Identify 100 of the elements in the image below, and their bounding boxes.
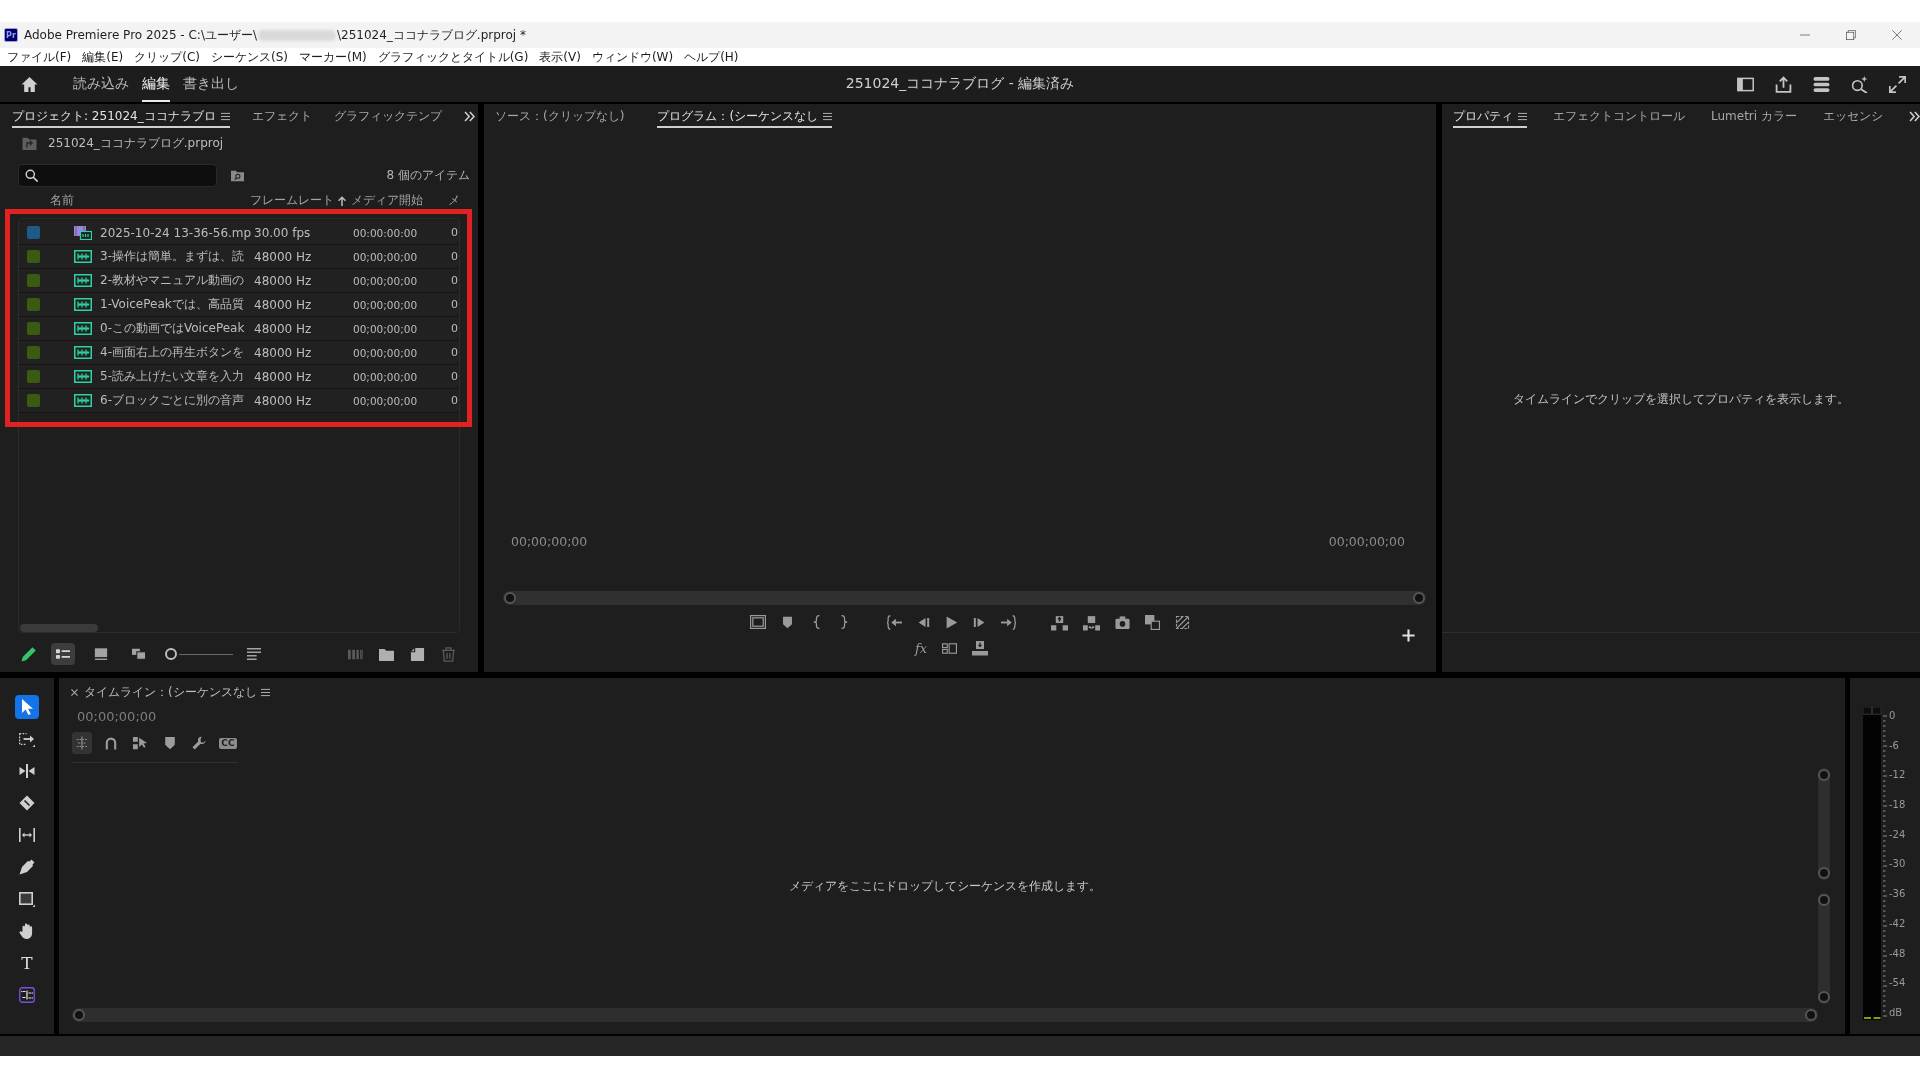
meter-scale-label: -30	[1889, 857, 1906, 872]
view-button[interactable]	[51, 643, 75, 665]
panel-menu-icon[interactable]	[260, 687, 270, 697]
box-up-arrow-icon[interactable]	[1050, 613, 1068, 631]
scroll-handle[interactable]	[1818, 991, 1830, 1003]
panel-tab[interactable]: ソース：(クリップなし)	[495, 104, 625, 128]
scrollbar[interactable]	[1818, 892, 1830, 1004]
play-icon[interactable]	[944, 615, 958, 629]
panel-tab[interactable]: グラフィックテンプ	[333, 104, 442, 128]
scrollbar[interactable]	[1818, 768, 1830, 880]
table-cell-text: 00;00;00;00	[353, 298, 419, 311]
share-icon[interactable]	[1775, 75, 1792, 93]
search-field[interactable]	[18, 164, 217, 187]
folder-arrow-icon[interactable]	[21, 136, 38, 150]
range-handle[interactable]	[1413, 592, 1425, 604]
lines-icon[interactable]	[247, 647, 261, 661]
panel-tab[interactable]: プロジェクト: 251024_ココナラブロ	[12, 104, 230, 128]
column-header[interactable]: フレームレート	[250, 192, 334, 209]
workspace-tab[interactable]: 読み込み	[73, 66, 129, 102]
effects-button[interactable]: fx	[914, 640, 928, 656]
pen-icon	[19, 859, 35, 875]
panel-menu-icon[interactable]	[220, 111, 230, 121]
panel-tab[interactable]: Lumetri カラー	[1711, 104, 1797, 128]
pencil-icon[interactable]	[21, 646, 37, 662]
timeline-toggle[interactable]: CC	[217, 732, 239, 754]
menu-item[interactable]: ヘルプ(H)	[684, 49, 739, 65]
menu-item[interactable]: グラフィックとタイトル(G)	[377, 49, 529, 65]
scroll-handle[interactable]	[1818, 769, 1830, 781]
column-header[interactable]: メディア開始	[351, 192, 423, 209]
scroll-handle[interactable]	[73, 1009, 85, 1021]
meter-scale-label: -42	[1889, 916, 1906, 931]
overlapping-squares-icon[interactable]	[1144, 614, 1160, 630]
scroll-handle[interactable]	[1818, 866, 1830, 879]
table-cell-text: 48000 Hz	[254, 273, 313, 288]
folder-search-icon[interactable]	[230, 169, 245, 182]
close-icon[interactable]	[71, 688, 78, 696]
column-header[interactable]: 名前	[50, 192, 74, 209]
panel-menu-icon[interactable]	[823, 111, 833, 121]
scrollbar[interactable]	[72, 1008, 1818, 1022]
camera-icon[interactable]	[1114, 614, 1130, 630]
table-cell-text: 48000 Hz	[254, 345, 313, 360]
menu-item[interactable]: 表示(V)	[539, 49, 581, 65]
table-cell-text: 30.00 fps	[254, 225, 312, 240]
menu-item[interactable]: ウィンドウ(W)	[591, 49, 674, 65]
home-icon[interactable]	[21, 75, 38, 93]
box-over-blocks-icon[interactable]	[1082, 613, 1100, 631]
tray-down-arrow-icon[interactable]	[972, 640, 989, 656]
stacked-bars-icon[interactable]	[1813, 75, 1830, 93]
arrow-to-brace-left-icon[interactable]	[886, 614, 902, 630]
scroll-handle[interactable]	[1818, 893, 1830, 906]
scroll-handle[interactable]	[1805, 1009, 1817, 1021]
slider-thumb[interactable]	[165, 648, 177, 660]
expand-icon[interactable]	[1889, 75, 1906, 93]
dashed-cross-icon	[75, 736, 90, 750]
audio-clip-icon	[74, 274, 92, 287]
meter-scale-label: -54	[1889, 976, 1906, 991]
step-forward-icon[interactable]	[972, 615, 986, 629]
panels-layout-icon[interactable]	[942, 640, 958, 656]
menu-item[interactable]: クリップ(C)	[134, 49, 200, 65]
window-title: \251024_ココナラブログ.prproj *	[337, 26, 526, 44]
table-cell-text: 48000 Hz	[254, 297, 313, 312]
panel-menu-icon[interactable]	[1518, 111, 1527, 121]
marker-icon[interactable]	[780, 615, 794, 629]
panel-tab[interactable]: エッセンシ	[1822, 104, 1883, 128]
meter-scale-label: -12	[1889, 768, 1906, 783]
column-header[interactable]: メ	[448, 192, 460, 209]
magnet-icon	[104, 736, 119, 750]
workspace-tab[interactable]: 編集	[142, 66, 170, 102]
chevrons-right-icon[interactable]	[1908, 110, 1920, 122]
striped-square-icon[interactable]	[1174, 614, 1190, 630]
chevrons-right-icon[interactable]	[463, 110, 475, 122]
video-clip-icon	[74, 225, 92, 240]
timeline-toggle[interactable]	[72, 732, 93, 754]
sparkle-search-icon[interactable]	[1851, 75, 1868, 93]
arrow-to-brace-right-icon[interactable]	[1000, 614, 1016, 630]
page-icon[interactable]	[410, 646, 425, 662]
menu-item[interactable]: 編集(E)	[82, 49, 124, 65]
window-title: Adobe Premiere Pro 2025 - C:\ユーザー\	[24, 26, 257, 44]
drop-media-message: メディアをここにドロップしてシーケンスを作成します。	[789, 877, 1101, 895]
empty-state-message: タイムラインでクリップを選択してプロパティを表示します。	[1513, 391, 1849, 408]
tool-button[interactable]: T	[15, 951, 39, 975]
panel-tab[interactable]: タイムライン：(シーケンスなし	[84, 683, 270, 701]
icon-view-icon	[94, 647, 108, 661]
panel-tab[interactable]: プロパティ	[1453, 104, 1527, 128]
folder-icon[interactable]	[379, 646, 394, 662]
panel-tab[interactable]: エフェクトコントロール	[1553, 104, 1685, 128]
tool-button[interactable]	[15, 695, 39, 719]
workspace-tab[interactable]: 書き出し	[183, 66, 239, 102]
scrollbar[interactable]	[20, 624, 98, 632]
audio-clip-icon	[74, 370, 92, 383]
menu-item[interactable]: ファイル(F)	[7, 49, 72, 65]
menu-item[interactable]: マーカー(M)	[298, 49, 367, 65]
panel-layout-icon[interactable]	[1737, 75, 1754, 93]
add-icon[interactable]	[1402, 628, 1415, 642]
step-back-icon[interactable]	[916, 615, 930, 629]
menu-item[interactable]: シーケンス(S)	[210, 49, 288, 65]
panel-tab[interactable]: プログラム：(シーケンスなし	[657, 104, 833, 128]
panel-tab[interactable]: エフェクト	[251, 104, 312, 128]
nested-squares-icon[interactable]	[749, 614, 766, 630]
range-handle[interactable]	[504, 592, 516, 604]
